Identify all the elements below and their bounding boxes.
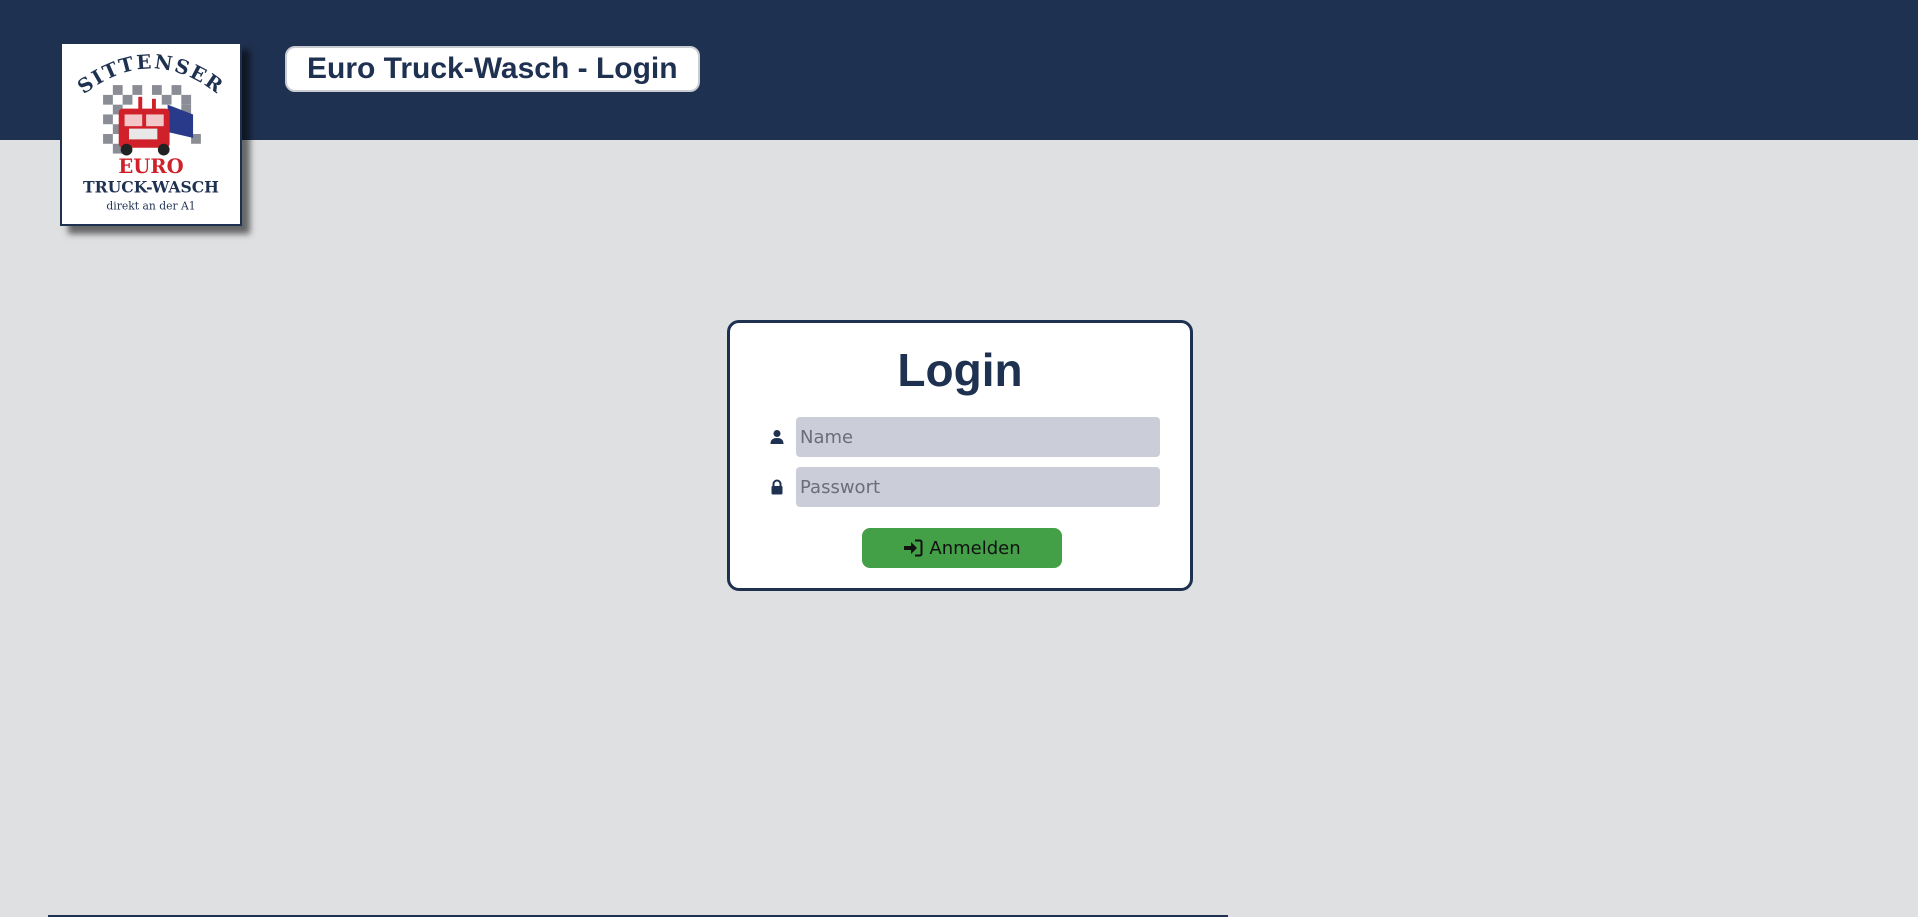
user-icon — [768, 428, 786, 446]
page-title: Euro Truck-Wasch - Login — [307, 52, 678, 85]
company-logo: SITTENSER EURO TRUCK-WASCH direkt an der… — [60, 42, 242, 226]
login-title: Login — [897, 344, 1023, 396]
sign-in-icon — [903, 539, 923, 557]
login-button-label: Anmelden — [929, 537, 1021, 559]
password-input[interactable] — [796, 467, 1160, 507]
name-row — [768, 417, 1160, 457]
name-input[interactable] — [796, 417, 1160, 457]
logo-brand-text: EURO — [118, 155, 183, 178]
password-row — [768, 467, 1160, 507]
page-title-box: Euro Truck-Wasch - Login — [285, 46, 700, 92]
logo-sub-text: TRUCK-WASCH — [83, 178, 219, 197]
logo-tagline: direkt an der A1 — [106, 199, 195, 212]
lock-icon — [768, 478, 786, 496]
logo-top-text: SITTENSER — [73, 50, 226, 98]
logo-graphic: SITTENSER EURO TRUCK-WASCH direkt an der… — [73, 50, 228, 212]
login-button[interactable]: Anmelden — [862, 528, 1062, 568]
login-card: Login Anmelden — [727, 320, 1193, 591]
svg-text:SITTENSER: SITTENSER — [73, 50, 228, 98]
